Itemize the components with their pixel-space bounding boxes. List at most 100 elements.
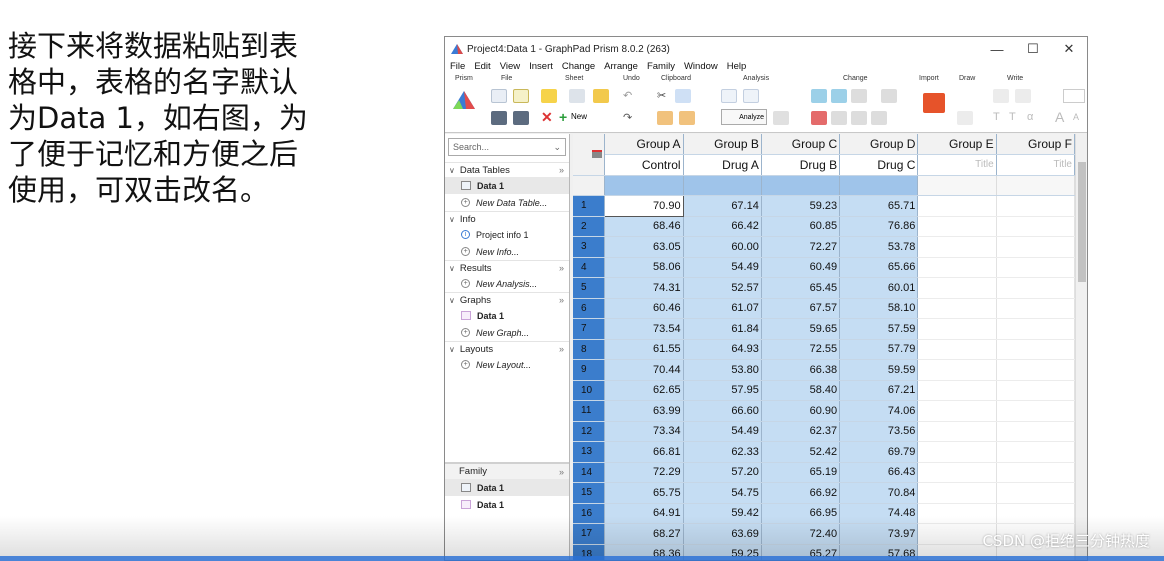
table-cell[interactable]: 70.84: [839, 482, 919, 504]
subcolumn-header[interactable]: [996, 175, 1075, 196]
table-cell[interactable]: 63.05: [604, 236, 684, 258]
video-progress-bar[interactable]: [0, 556, 1164, 561]
table-cell-empty[interactable]: [917, 462, 997, 483]
table-cell[interactable]: 60.49: [761, 257, 841, 278]
nav-item-new-info[interactable]: + New Info...: [445, 243, 569, 260]
group-header[interactable]: Group D: [839, 134, 919, 155]
table-cell[interactable]: 62.37: [761, 421, 841, 442]
table-cell-empty[interactable]: [917, 277, 997, 299]
row-number[interactable]: 2: [573, 216, 606, 237]
cut-icon[interactable]: ✂: [657, 89, 666, 102]
alpha-icon[interactable]: α: [1027, 111, 1033, 123]
table-cell[interactable]: 59.23: [761, 195, 841, 217]
add-icon[interactable]: +: [559, 109, 567, 125]
menu-window[interactable]: Window: [684, 61, 718, 75]
change-icon-1[interactable]: [811, 89, 827, 103]
import-icon[interactable]: [923, 93, 945, 113]
table-cell[interactable]: 60.46: [604, 298, 684, 319]
table-cell-empty[interactable]: [996, 482, 1075, 504]
nav-item-new-layout[interactable]: + New Layout...: [445, 356, 569, 373]
font-large-icon[interactable]: A: [1055, 109, 1064, 125]
expand-icon[interactable]: »: [559, 295, 564, 305]
table-cell[interactable]: 65.66: [839, 257, 919, 278]
table-cell[interactable]: 67.14: [683, 195, 762, 217]
table-cell[interactable]: 63.69: [683, 523, 762, 545]
table-cell[interactable]: 74.31: [604, 277, 684, 299]
table-cell[interactable]: 68.27: [604, 523, 684, 545]
change-icon-3[interactable]: [811, 111, 827, 125]
table-cell[interactable]: 65.45: [761, 277, 841, 299]
menu-file[interactable]: File: [450, 61, 465, 75]
table-cell[interactable]: 57.59: [839, 318, 919, 340]
row-number[interactable]: 6: [573, 298, 606, 319]
menu-change[interactable]: Change: [562, 61, 595, 75]
redo-icon[interactable]: ↷: [623, 111, 632, 124]
column-title[interactable]: Drug C: [839, 154, 919, 176]
table-cell[interactable]: 59.65: [761, 318, 841, 340]
close-button[interactable]: ✕: [1051, 37, 1087, 61]
table-cell[interactable]: 64.93: [683, 339, 762, 360]
row-number[interactable]: 10: [573, 380, 606, 401]
table-cell-empty[interactable]: [996, 462, 1075, 483]
table-cell[interactable]: 60.90: [761, 400, 841, 422]
table-cell[interactable]: 74.48: [839, 503, 919, 524]
table-cell[interactable]: 73.56: [839, 421, 919, 442]
table-cell[interactable]: 57.95: [683, 380, 762, 401]
table-cell-empty[interactable]: [917, 216, 997, 237]
family-header[interactable]: Family »: [445, 464, 569, 479]
row-number[interactable]: 12: [573, 421, 606, 442]
table-cell-empty[interactable]: [996, 195, 1075, 217]
column-title[interactable]: Control: [604, 154, 684, 176]
row-number[interactable]: 14: [573, 462, 606, 483]
table-cell[interactable]: 54.49: [683, 257, 762, 278]
table-cell[interactable]: 54.49: [683, 421, 762, 442]
paste-special-icon[interactable]: [679, 111, 695, 125]
row-number[interactable]: 13: [573, 441, 606, 463]
table-cell[interactable]: 64.91: [604, 503, 684, 524]
table-cell-empty[interactable]: [917, 318, 997, 340]
subcolumn-header[interactable]: [917, 175, 997, 196]
undo-icon[interactable]: ↶: [623, 89, 632, 102]
table-cell-empty[interactable]: [996, 318, 1075, 340]
column-title[interactable]: Drug B: [761, 154, 841, 176]
table-cell[interactable]: 72.27: [761, 236, 841, 258]
table-cell-empty[interactable]: [996, 441, 1075, 463]
subcolumn-header[interactable]: [683, 175, 762, 196]
section-results[interactable]: ∨ Results »: [445, 260, 569, 275]
nav-item-new-data-table[interactable]: + New Data Table...: [445, 194, 569, 211]
menu-family[interactable]: Family: [647, 61, 675, 75]
table-cell-empty[interactable]: [917, 298, 997, 319]
table-cell[interactable]: 76.86: [839, 216, 919, 237]
table-cell[interactable]: 65.71: [839, 195, 919, 217]
table-cell[interactable]: 60.00: [683, 236, 762, 258]
table-cell[interactable]: 59.42: [683, 503, 762, 524]
font-size-select[interactable]: [1063, 89, 1085, 103]
data-table-grid[interactable]: Group A Group B Group C Group D Group E …: [573, 134, 1075, 560]
row-number[interactable]: 3: [573, 236, 606, 258]
table-cell[interactable]: 54.75: [683, 482, 762, 504]
text-icon[interactable]: T: [993, 111, 1000, 123]
group-header[interactable]: Group F: [996, 134, 1075, 155]
table-cell[interactable]: 66.92: [761, 482, 841, 504]
chart-icon[interactable]: [743, 89, 759, 103]
table-cell[interactable]: 61.84: [683, 318, 762, 340]
draw-icon[interactable]: [957, 111, 973, 125]
analyze-button[interactable]: Analyze: [721, 109, 767, 125]
row-number[interactable]: 4: [573, 257, 606, 278]
save-icon[interactable]: [491, 111, 507, 125]
sort-icon[interactable]: [851, 89, 867, 103]
edit-icon[interactable]: [773, 111, 789, 125]
nav-item-graph-data-1[interactable]: Data 1: [445, 307, 569, 324]
table-cell-empty[interactable]: [917, 339, 997, 360]
delete-icon[interactable]: ✕: [541, 109, 553, 126]
section-graphs[interactable]: ∨ Graphs »: [445, 292, 569, 307]
nav-item-data-1[interactable]: Data 1: [445, 177, 569, 194]
fill-icon[interactable]: [881, 89, 897, 103]
write-icon-2[interactable]: [1015, 89, 1031, 103]
group-header[interactable]: Group B: [683, 134, 762, 155]
group-header[interactable]: Group C: [761, 134, 841, 155]
table-cell-empty[interactable]: [996, 421, 1075, 442]
row-number[interactable]: 11: [573, 400, 606, 422]
table-cell-empty[interactable]: [996, 236, 1075, 258]
vertical-scrollbar[interactable]: [1075, 134, 1087, 560]
